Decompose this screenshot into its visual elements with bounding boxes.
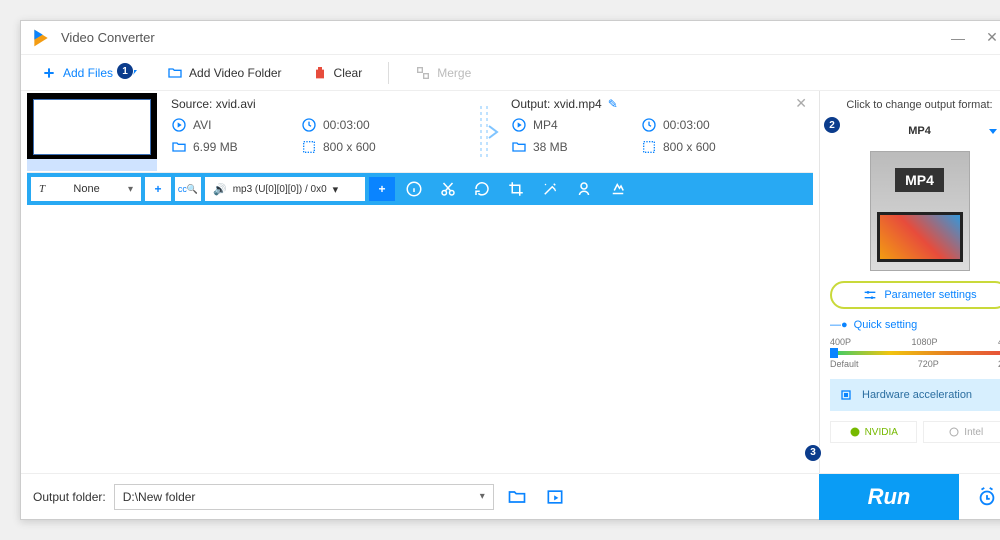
resolution-icon	[641, 139, 657, 155]
output-format-hint: Click to change output format:	[830, 99, 1000, 111]
src-size: 6.99 MB	[193, 140, 238, 154]
source-info: Source: xvid.avi AVI 00:03:00 6.99 MB 80…	[163, 91, 473, 172]
film-icon	[511, 117, 527, 133]
add-files-label: Add Files	[63, 66, 113, 80]
plus-icon	[41, 65, 57, 81]
intel-option[interactable]: Intel	[923, 421, 1000, 443]
open-folder-button[interactable]	[540, 482, 570, 512]
out-resolution: 800 x 600	[663, 140, 716, 154]
tick-default: Default	[830, 359, 859, 369]
chevron-down-icon	[989, 129, 997, 134]
clear-label: Clear	[334, 66, 363, 80]
subtitle-select[interactable]: T None ▾	[31, 177, 141, 201]
clear-button[interactable]: Clear	[304, 61, 371, 85]
info-tool-icon[interactable]	[399, 174, 429, 204]
toolbar: 1 Add Files Add Video Folder Clear Merge	[21, 55, 1000, 91]
add-folder-label: Add Video Folder	[189, 66, 282, 80]
add-folder-button[interactable]: Add Video Folder	[159, 61, 290, 85]
folder-plus-icon	[167, 65, 183, 81]
quick-setting-label: Quick setting	[854, 319, 918, 331]
parameter-settings-label: Parameter settings	[884, 289, 976, 301]
out-codec: MP4	[533, 118, 558, 132]
out-size: 38 MB	[533, 140, 568, 154]
convert-arrow-icon	[473, 91, 503, 172]
subtitle-value: None	[73, 183, 99, 195]
tick-720p: 720P	[918, 359, 939, 369]
annotation-badge-2: 2	[824, 117, 840, 133]
nvidia-option[interactable]: NVIDIA	[830, 421, 917, 443]
toolbar-divider	[388, 62, 389, 84]
quality-slider[interactable]	[830, 351, 1000, 355]
run-button[interactable]: Run	[819, 474, 959, 520]
source-filename: xvid.avi	[216, 97, 256, 111]
resolution-icon	[301, 139, 317, 155]
watermark-tool-icon[interactable]	[569, 174, 599, 204]
effects-tool-icon[interactable]	[535, 174, 565, 204]
rename-output-button[interactable]: ✎	[608, 97, 618, 111]
clock-icon	[641, 117, 657, 133]
chevron-down-icon: ▾	[480, 491, 485, 502]
output-format-select[interactable]: MP4	[830, 121, 1000, 141]
merge-icon	[415, 65, 431, 81]
output-folder-field[interactable]: D:\New folder ▾	[114, 484, 494, 510]
src-codec: AVI	[193, 118, 211, 132]
output-filename: xvid.mp4	[554, 97, 602, 111]
clock-icon	[301, 117, 317, 133]
titlebar: Video Converter — ✕	[21, 21, 1000, 55]
close-button[interactable]: ✕	[975, 29, 1000, 46]
bottom-bar: Output folder: D:\New folder ▾ 3 Run	[21, 473, 1000, 519]
quick-setting: —●Quick setting 400P 1080P 4K Default 72…	[830, 319, 1000, 369]
output-format-value: MP4	[908, 125, 931, 137]
enhance-tool-icon[interactable]	[603, 174, 633, 204]
app-logo-icon	[31, 28, 51, 48]
out-duration: 00:03:00	[663, 118, 710, 132]
audio-track-select[interactable]: 🔊 mp3 (U[0][0][0]) / 0x0 ▾	[205, 177, 365, 201]
merge-button[interactable]: Merge	[407, 61, 479, 85]
output-folder-value: D:\New folder	[123, 490, 196, 504]
folder-icon	[171, 139, 187, 155]
add-subtitle-button[interactable]: +	[145, 177, 171, 201]
crop-tool-icon[interactable]	[501, 174, 531, 204]
rotate-tool-icon[interactable]	[467, 174, 497, 204]
tick-400p: 400P	[830, 337, 851, 347]
annotation-badge-3: 3	[805, 445, 821, 461]
tick-1080p: 1080P	[911, 337, 937, 347]
file-row: ✕ Source: xvid.avi AVI 00:03:00 6.99 MB …	[27, 91, 813, 173]
speaker-icon: 🔊	[213, 183, 227, 196]
audio-value: mp3 (U[0][0][0]) / 0x0	[233, 184, 327, 195]
app-title: Video Converter	[61, 30, 941, 45]
output-info: Output: xvid.mp4 ✎ MP4 00:03:00 38 MB 800…	[503, 91, 813, 172]
hw-accel-label: Hardware acceleration	[862, 389, 972, 401]
src-resolution: 800 x 600	[323, 140, 376, 154]
gpu-options: NVIDIA Intel	[830, 421, 1000, 443]
trash-icon	[312, 65, 328, 81]
edit-toolbar: T None ▾ + cc🔍 🔊 mp3 (U[0][0][0]) / 0x0 …	[27, 173, 813, 205]
source-label: Source:	[171, 97, 212, 111]
format-preview[interactable]: MP4	[870, 151, 970, 271]
format-badge: MP4	[895, 168, 944, 192]
parameter-settings-button[interactable]: Parameter settings	[830, 281, 1000, 309]
cc-button[interactable]: cc🔍	[175, 177, 201, 201]
output-folder-label: Output folder:	[33, 490, 106, 504]
output-label: Output:	[511, 97, 550, 111]
browse-folder-button[interactable]	[502, 482, 532, 512]
minimize-button[interactable]: —	[941, 30, 975, 46]
merge-label: Merge	[437, 66, 471, 80]
folder-icon	[511, 139, 527, 155]
video-thumbnail[interactable]	[27, 93, 157, 171]
output-panel: Click to change output format: 2 MP4 MP4…	[819, 91, 1000, 473]
annotation-badge-1: 1	[117, 63, 133, 79]
cut-tool-icon[interactable]	[433, 174, 463, 204]
remove-file-button[interactable]: ✕	[795, 95, 807, 112]
add-audio-button[interactable]: +	[369, 177, 395, 201]
hardware-acceleration-button[interactable]: Hardware acceleration	[830, 379, 1000, 411]
schedule-button[interactable]	[967, 486, 1000, 508]
chip-icon	[838, 387, 854, 403]
film-icon	[171, 117, 187, 133]
sliders-icon	[862, 287, 878, 303]
src-duration: 00:03:00	[323, 118, 370, 132]
